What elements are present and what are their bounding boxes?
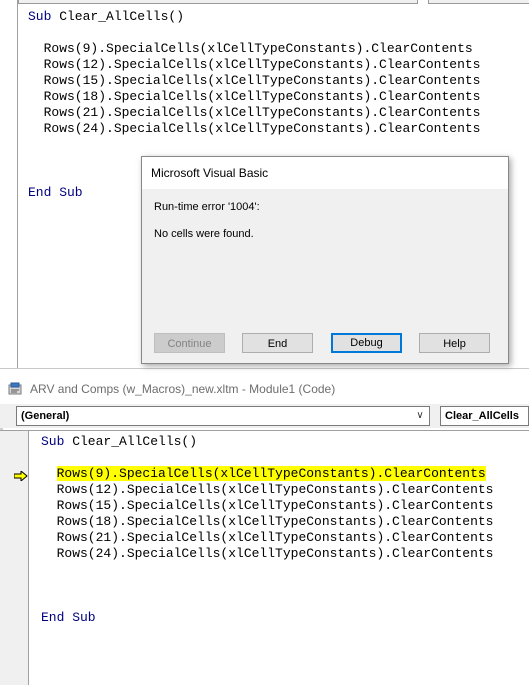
background-code-line-row12[interactable]: Rows(12).SpecialCells(xlCellTypeConstant… bbox=[28, 57, 481, 73]
code-text: Clear_AllCells() bbox=[64, 434, 198, 449]
code-window-titlebar[interactable]: ARV and Comps (w_Macros)_new.xltm - Modu… bbox=[0, 374, 529, 404]
module-code-window: ARV and Comps (w_Macros)_new.xltm - Modu… bbox=[0, 374, 529, 685]
code-window-title: ARV and Comps (w_Macros)_new.xltm - Modu… bbox=[30, 382, 336, 396]
object-combo-value: (General) bbox=[21, 410, 70, 422]
background-code-line-end-sub[interactable]: End Sub bbox=[28, 185, 83, 201]
background-code-line-row24[interactable]: Rows(24).SpecialCells(xlCellTypeConstant… bbox=[28, 121, 481, 137]
error-code-text: Run-time error '1004': bbox=[154, 201, 260, 213]
procedure-combo[interactable]: Clear_AllCells bbox=[440, 406, 529, 426]
margin-indicator-bar[interactable] bbox=[0, 431, 29, 685]
code-line-row12[interactable]: Rows(12).SpecialCells(xlCellTypeConstant… bbox=[41, 482, 494, 498]
combo-toolbar: (General) ∨ Clear_AllCells bbox=[0, 404, 529, 428]
vba-module-icon bbox=[8, 382, 22, 395]
execution-pointer-arrow-icon[interactable] bbox=[14, 471, 28, 481]
background-procedure-combo[interactable] bbox=[428, 0, 529, 4]
dialog-title[interactable]: Microsoft Visual Basic bbox=[142, 157, 508, 189]
code-line-sub[interactable]: Sub Clear_AllCells() bbox=[41, 434, 197, 450]
continue-button: Continue bbox=[154, 333, 225, 353]
code-line-row18[interactable]: Rows(18).SpecialCells(xlCellTypeConstant… bbox=[41, 514, 494, 530]
background-object-combo[interactable] bbox=[18, 0, 418, 4]
procedure-combo-value: Clear_AllCells bbox=[445, 410, 519, 422]
background-code-line-sub[interactable]: Sub Clear_AllCells() bbox=[28, 9, 184, 25]
object-combo[interactable]: (General) ∨ bbox=[16, 406, 430, 426]
code-editor-area[interactable]: Sub Clear_AllCells() Rows(9).SpecialCell… bbox=[0, 430, 529, 685]
background-code-line-row9[interactable]: Rows(9).SpecialCells(xlCellTypeConstants… bbox=[28, 41, 473, 57]
background-code-line-row21[interactable]: Rows(21).SpecialCells(xlCellTypeConstant… bbox=[28, 105, 481, 121]
code-text: Clear_AllCells() bbox=[51, 9, 185, 24]
code-line-row24[interactable]: Rows(24).SpecialCells(xlCellTypeConstant… bbox=[41, 546, 494, 562]
code-line-row21[interactable]: Rows(21).SpecialCells(xlCellTypeConstant… bbox=[41, 530, 494, 546]
runtime-error-dialog: Microsoft Visual Basic Run-time error '1… bbox=[141, 156, 509, 364]
background-code-line-row18[interactable]: Rows(18).SpecialCells(xlCellTypeConstant… bbox=[28, 89, 481, 105]
error-message-text: No cells were found. bbox=[154, 228, 254, 240]
background-margin-indicator-bar bbox=[0, 0, 18, 368]
code-line-end-sub[interactable]: End Sub bbox=[41, 610, 96, 626]
help-button[interactable]: Help bbox=[419, 333, 490, 353]
keyword-sub: Sub bbox=[41, 434, 65, 449]
current-statement-highlight: Rows(9).SpecialCells(xlCellTypeConstants… bbox=[56, 466, 486, 481]
code-line-row9-highlighted[interactable]: Rows(9).SpecialCells(xlCellTypeConstants… bbox=[41, 466, 486, 482]
code-line-row15[interactable]: Rows(15).SpecialCells(xlCellTypeConstant… bbox=[41, 498, 494, 514]
end-button[interactable]: End bbox=[242, 333, 313, 353]
chevron-down-icon[interactable]: ∨ bbox=[413, 407, 427, 425]
keyword-sub: Sub bbox=[28, 9, 52, 24]
background-code-line-row15[interactable]: Rows(15).SpecialCells(xlCellTypeConstant… bbox=[28, 73, 481, 89]
debug-button[interactable]: Debug bbox=[331, 333, 402, 353]
